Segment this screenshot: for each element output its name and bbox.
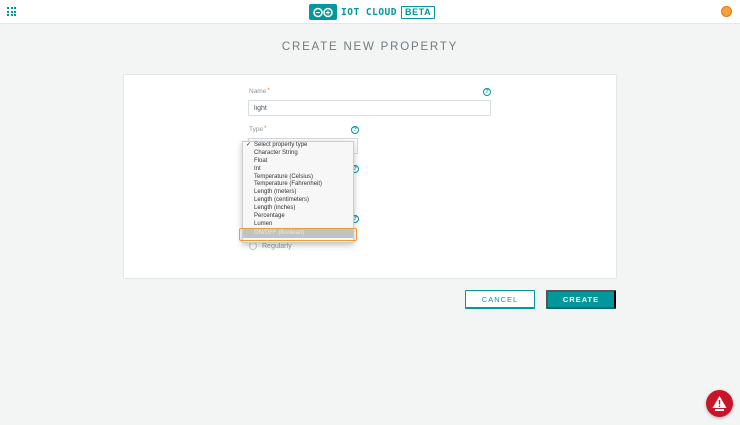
type-option-centimeters[interactable]: Length (centimeters) (243, 197, 353, 205)
regularly-label: Regularly (262, 242, 292, 250)
type-help-icon[interactable]: ? (351, 126, 359, 134)
cancel-button[interactable]: CANCEL (465, 290, 535, 309)
beta-badge: BETA (400, 5, 436, 19)
type-field-label: Type* (249, 126, 267, 133)
logo-text: IOT CLOUD (341, 6, 397, 18)
alert-warning-icon[interactable] (706, 390, 733, 417)
checkmark-icon: ✓ (246, 142, 252, 148)
top-bar: IOT CLOUD BETA (0, 0, 740, 24)
name-input[interactable] (248, 100, 491, 116)
regularly-radio[interactable] (249, 242, 257, 250)
apps-grid-icon[interactable] (7, 7, 16, 16)
user-avatar[interactable] (721, 6, 732, 17)
type-option-fahrenheit[interactable]: Temperature (Fahrenheit) (243, 181, 353, 189)
type-option-select[interactable]: ✓ Select property type (243, 142, 353, 150)
type-option-string[interactable]: Character String (243, 150, 353, 158)
type-option-meters[interactable]: Length (meters) (243, 189, 353, 197)
type-option-float[interactable]: Float (243, 158, 353, 166)
name-field-label: Name* (249, 88, 270, 95)
highlighted-option-outline (239, 228, 357, 241)
create-button[interactable]: CREATE (546, 290, 616, 309)
arduino-infinity-icon (309, 4, 337, 20)
type-option-int[interactable]: Int (243, 166, 353, 174)
app-logo[interactable]: IOT CLOUD BETA (309, 4, 436, 20)
type-option-inches[interactable]: Length (inches) (243, 205, 353, 213)
name-help-icon[interactable]: ? (483, 88, 491, 96)
page-title: CREATE NEW PROPERTY (281, 41, 459, 53)
type-option-celsius[interactable]: Temperature (Celsius) (243, 174, 353, 182)
type-option-percentage[interactable]: Percentage (243, 213, 353, 221)
